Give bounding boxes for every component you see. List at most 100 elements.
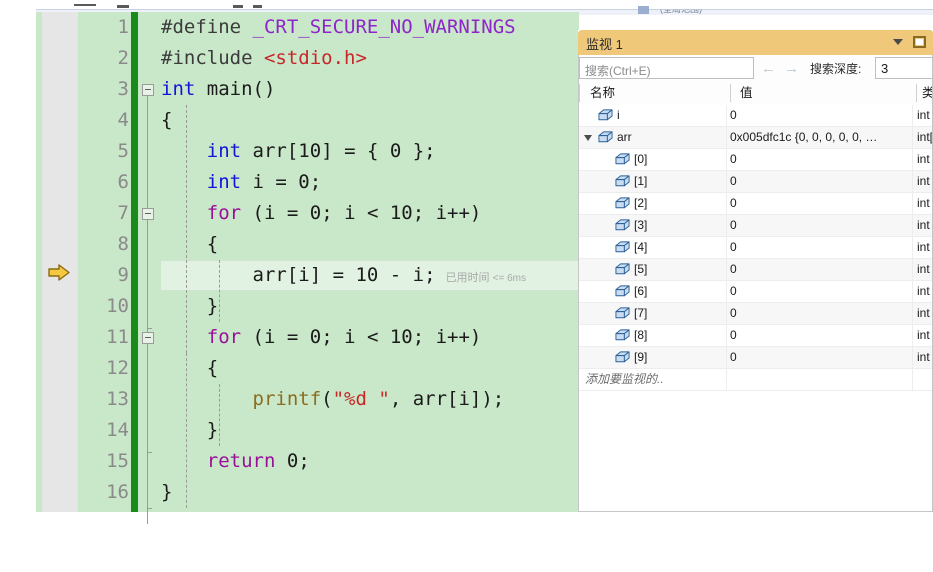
cell-divider xyxy=(912,193,913,214)
code-line[interactable]: } xyxy=(161,477,579,508)
code-line[interactable]: printf("%d ", arr[i]); xyxy=(161,384,579,415)
watch-row[interactable]: [6] 0 int xyxy=(578,281,933,303)
cell-divider xyxy=(726,303,727,324)
watch-row-name[interactable]: [0] xyxy=(634,149,647,170)
watch-row-value[interactable]: 0 xyxy=(730,325,912,346)
watch-row[interactable]: [3] 0 int xyxy=(578,215,933,237)
code-line[interactable]: for (i = 0; i < 10; i++) xyxy=(161,322,579,353)
watch-row-name[interactable]: [6] xyxy=(634,281,647,302)
watch-toolbar[interactable]: 搜索(Ctrl+E) ← → 搜索深度: 3 xyxy=(578,55,933,82)
watch-row[interactable]: arr 0x005dfc1c {0, 0, 0, 0, 0, … int[10] xyxy=(578,127,933,149)
column-divider[interactable] xyxy=(730,84,731,102)
watch-row-name[interactable]: [1] xyxy=(634,171,647,192)
watch-row-value[interactable]: 0 xyxy=(730,347,912,368)
code-line[interactable]: return 0; xyxy=(161,446,579,477)
code-token: { xyxy=(161,233,219,255)
cell-divider xyxy=(912,325,913,346)
column-divider[interactable] xyxy=(916,84,917,102)
watch-row-value[interactable]: 0 xyxy=(730,281,912,302)
code-line[interactable]: #define _CRT_SECURE_NO_WARNINGS xyxy=(161,12,579,43)
code-line[interactable]: { xyxy=(161,105,579,136)
code-line[interactable]: for (i = 0; i < 10; i++) xyxy=(161,198,579,229)
watch-row-name[interactable]: i xyxy=(617,105,620,126)
code-line[interactable]: { xyxy=(161,353,579,384)
code-token: (i = xyxy=(241,202,310,224)
fold-guide-line xyxy=(147,220,148,328)
restore-window-icon[interactable] xyxy=(913,36,926,48)
cell-divider xyxy=(726,259,727,280)
watch-row-value[interactable]: 0 xyxy=(730,215,912,236)
column-header-name[interactable]: 名称 xyxy=(590,81,615,105)
watch-window-titlebar[interactable]: 监视 1 xyxy=(578,30,933,55)
search-depth-input[interactable]: 3 xyxy=(875,57,933,79)
fold-toggle-for2[interactable] xyxy=(142,332,154,344)
code-token: 0 xyxy=(389,140,402,162)
code-token: 10 xyxy=(298,140,322,162)
code-line[interactable]: int main() xyxy=(161,74,579,105)
splitter-handle[interactable] xyxy=(638,6,649,14)
editor-indicator-margin[interactable] xyxy=(42,12,78,512)
code-token: "%d " xyxy=(332,388,390,410)
cell-divider xyxy=(912,149,913,170)
watch-row[interactable]: i 0 int xyxy=(578,105,933,127)
arrow-left-icon[interactable]: ← xyxy=(761,60,776,77)
code-token: ; i < xyxy=(321,202,390,224)
watch-row-name[interactable]: [4] xyxy=(634,237,647,258)
watch-row[interactable]: [5] 0 int xyxy=(578,259,933,281)
watch-row-name[interactable]: [2] xyxy=(634,193,647,214)
code-line[interactable]: } xyxy=(161,415,579,446)
watch-row[interactable]: [9] 0 int xyxy=(578,347,933,369)
add-watch-row[interactable]: 添加要监视的.. xyxy=(578,369,933,391)
code-text-area[interactable]: #define _CRT_SECURE_NO_WARNINGS #include … xyxy=(161,12,579,512)
watch-row-type: int xyxy=(917,262,930,276)
fold-toggle-for1[interactable] xyxy=(142,208,154,220)
search-input[interactable]: 搜索(Ctrl+E) xyxy=(579,57,754,79)
watch-row[interactable]: [4] 0 int xyxy=(578,237,933,259)
code-token: #include xyxy=(161,47,264,69)
code-line[interactable]: } xyxy=(161,291,579,322)
watch-row-value[interactable]: 0x005dfc1c {0, 0, 0, 0, 0, … xyxy=(730,127,912,148)
watch-row[interactable]: [1] 0 int xyxy=(578,171,933,193)
collapse-toggle-icon[interactable] xyxy=(584,135,592,141)
fold-toggle-main[interactable] xyxy=(142,84,154,96)
watch-window[interactable]: 监视 1 搜索(Ctrl+E) ← → 搜索深度: 3 名称 值 类型 i 0 in… xyxy=(578,30,933,512)
watch-row-name[interactable]: [9] xyxy=(634,347,647,368)
watch-row-value[interactable]: 0 xyxy=(730,237,912,258)
code-line[interactable]: arr[i] = 10 - i; 已用时间 <= 6ms xyxy=(161,260,579,291)
watch-row-name[interactable]: [3] xyxy=(634,215,647,236)
code-token: ; i < xyxy=(321,326,390,348)
watch-row-value[interactable]: 0 xyxy=(730,303,912,324)
code-token: } xyxy=(161,295,219,317)
arrow-right-icon[interactable]: → xyxy=(784,60,799,77)
watch-row[interactable]: [7] 0 int xyxy=(578,303,933,325)
code-folding-margin[interactable] xyxy=(139,12,161,524)
column-header-value[interactable]: 值 xyxy=(740,81,753,105)
cell-divider xyxy=(912,127,913,148)
code-line[interactable]: { xyxy=(161,229,579,260)
code-line[interactable]: int arr[10] = { 0 }; xyxy=(161,136,579,167)
watch-row-value[interactable]: 0 xyxy=(730,105,912,126)
watch-row[interactable]: [2] 0 int xyxy=(578,193,933,215)
chevron-down-icon[interactable] xyxy=(893,39,903,45)
code-line[interactable]: int i = 0; xyxy=(161,167,579,198)
watch-row-value[interactable]: 0 xyxy=(730,171,912,192)
watch-row[interactable]: [8] 0 int xyxy=(578,325,933,347)
code-token: ] = { xyxy=(321,140,390,162)
watch-row[interactable]: [0] 0 int xyxy=(578,149,933,171)
watch-row-value[interactable]: 0 xyxy=(730,259,912,280)
code-token: int xyxy=(206,140,242,162)
watch-row-name[interactable]: [5] xyxy=(634,259,647,280)
watch-row-name[interactable]: arr xyxy=(617,127,632,148)
watch-row-value[interactable]: 0 xyxy=(730,149,912,170)
watch-row-value[interactable]: 0 xyxy=(730,193,912,214)
column-header-type[interactable]: 类型 xyxy=(922,81,933,124)
watch-row-name[interactable]: [7] xyxy=(634,303,647,324)
code-token: 10 xyxy=(355,264,379,286)
watch-row-name[interactable]: [8] xyxy=(634,325,647,346)
fold-end-marker xyxy=(147,452,152,453)
code-line[interactable]: #include <stdio.h> xyxy=(161,43,579,74)
code-token: int xyxy=(206,171,242,193)
watch-variable-list[interactable]: i 0 int arr 0x005dfc1c {0, 0, 0, 0, 0, … int… xyxy=(578,105,933,512)
code-token: (i = xyxy=(241,326,310,348)
